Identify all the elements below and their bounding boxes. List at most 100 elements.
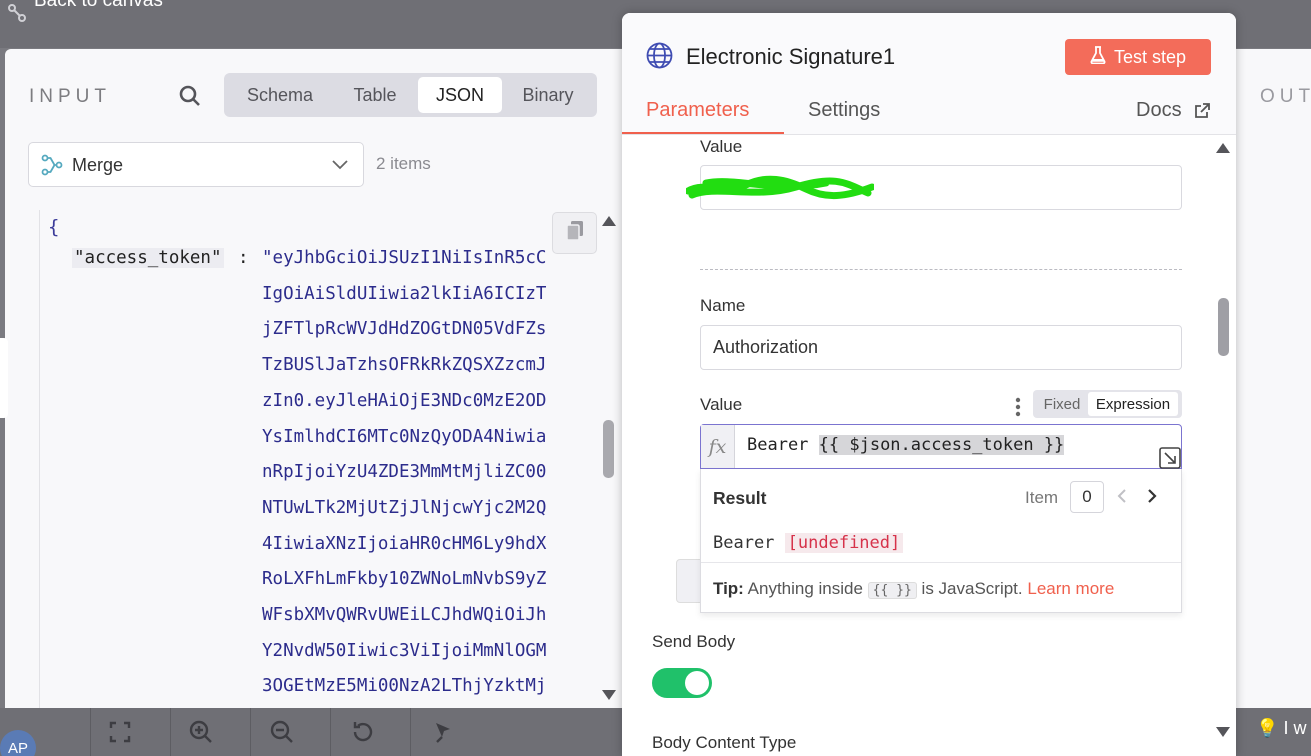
parameters-scroll-thumb[interactable] — [1218, 298, 1229, 356]
mode-fixed[interactable]: Fixed — [1037, 392, 1087, 416]
copy-icon — [565, 220, 585, 247]
body-content-type-label: Body Content Type — [652, 733, 797, 752]
json-key[interactable]: "access_token" — [72, 248, 224, 268]
panel-drag-handle[interactable] — [0, 338, 8, 418]
chevron-right-icon[interactable] — [1145, 485, 1159, 507]
flask-icon — [1090, 45, 1106, 69]
back-icon[interactable] — [6, 2, 28, 24]
mode-expression[interactable]: Expression — [1088, 392, 1178, 416]
json-colon: : — [238, 248, 249, 268]
learn-more-link[interactable]: Learn more — [1027, 579, 1114, 598]
tab-binary[interactable]: Binary — [504, 77, 592, 113]
field-divider — [700, 269, 1182, 270]
expand-editor-icon[interactable] — [1159, 447, 1181, 469]
parameters-scrollbar[interactable] — [1216, 145, 1230, 745]
docs-link[interactable]: Docs — [1136, 99, 1182, 122]
tip-code: {{ }} — [867, 582, 917, 599]
lightbulb-icon: 💡 — [1256, 718, 1279, 738]
node-panel-header: Electronic Signature1 Test step Paramete… — [622, 13, 1236, 135]
items-count: 2 items — [376, 154, 431, 173]
tip-text-2: is JavaScript. — [916, 579, 1028, 598]
expression-result-popover: Result Item 0 Bearer [undefined] Tip: An… — [700, 469, 1182, 613]
scroll-down-arrow[interactable] — [1216, 727, 1230, 737]
json-value-line[interactable]: Y2NvdW50Iiwic3ViIjoiMmNlOGM — [262, 641, 597, 661]
fixed-expression-toggle: Fixed Expression — [1033, 390, 1182, 418]
back-to-canvas-link[interactable]: Back to canvas — [34, 0, 163, 12]
tab-json[interactable]: JSON — [418, 77, 502, 113]
toolbar-divider — [90, 708, 91, 756]
tab-settings[interactable]: Settings — [808, 99, 880, 122]
more-options-icon[interactable] — [1015, 396, 1021, 418]
add-parameter-button[interactable] — [676, 559, 702, 603]
input-node-select[interactable]: Merge — [28, 142, 364, 187]
json-scroll-thumb[interactable] — [603, 420, 614, 478]
scroll-down-arrow[interactable] — [602, 690, 616, 700]
send-body-toggle[interactable] — [652, 668, 712, 698]
scroll-up-arrow[interactable] — [1216, 143, 1230, 153]
expression-prefix: Bearer — [747, 435, 819, 455]
item-index-input[interactable]: 0 — [1070, 481, 1104, 513]
header-name-input[interactable]: Authorization — [700, 325, 1182, 370]
json-value-line[interactable]: NTUwLTk2MjUtZjJlNjcwYjc2M2Q — [262, 498, 597, 518]
zoom-in-icon[interactable] — [181, 712, 221, 752]
toolbar-divider — [410, 708, 411, 756]
test-step-button[interactable]: Test step — [1065, 39, 1211, 75]
expression-tip: Tip: Anything inside {{ }} is JavaScript… — [713, 579, 1114, 599]
json-value-line[interactable]: jZFTlpRcWVJdHdZOGtDN05VdFZs — [262, 319, 597, 339]
output-panel — [1236, 49, 1311, 708]
toolbar-divider — [170, 708, 171, 756]
tab-schema[interactable]: Schema — [228, 77, 332, 113]
header-name-label: Name — [700, 296, 746, 315]
json-value-line[interactable]: "eyJhbGciOiJSUzI1NiIsInR5cC — [262, 248, 597, 268]
json-value-line[interactable]: TzBUSlJaTzhsOFRkRkZQSXZzcmJ — [262, 355, 597, 375]
expression-text[interactable]: Bearer {{ $json.access_token }} — [747, 435, 1065, 455]
tip-label: Tip: — [713, 579, 744, 598]
tip-text: Anything inside — [743, 579, 868, 598]
tidy-up-icon[interactable] — [423, 712, 463, 752]
scroll-up-arrow[interactable] — [602, 216, 616, 226]
json-indent-guide — [39, 210, 40, 708]
tip-divider — [701, 562, 1181, 563]
json-value-line[interactable]: 3OGEtMzE5Mi00NzA2LThjYzktMj — [262, 676, 597, 696]
chevron-left-icon[interactable] — [1115, 485, 1129, 507]
tab-table[interactable]: Table — [334, 77, 416, 113]
toolbar-divider — [250, 708, 251, 756]
display-mode-tabs: Schema Table JSON Binary — [224, 73, 597, 117]
json-value-line[interactable]: WFsbXMvQWRvUWEiLCJhdWQiOiJh — [262, 605, 597, 625]
json-value-line[interactable]: RoLXFhLmFkby10ZWNoLmNvbS9yZ — [262, 569, 597, 589]
send-body-label: Send Body — [652, 632, 736, 651]
fit-view-icon[interactable] — [100, 712, 140, 752]
toolbar-divider — [330, 708, 331, 756]
json-value-line[interactable]: 4IiwiaXNzIjoiaHR0cHM6Ly9hdX — [262, 534, 597, 554]
header-value-label-2: Value — [700, 395, 743, 414]
test-step-label: Test step — [1113, 46, 1187, 67]
hint-text: I w — [1283, 718, 1307, 738]
result-value: Bearer [undefined] — [713, 533, 904, 553]
chevron-down-icon — [331, 155, 349, 173]
json-value-line[interactable]: zIn0.eyJleHAiOjE3NDc0MzE2OD — [262, 391, 597, 411]
expression-editor[interactable]: fx Bearer {{ $json.access_token }} — [700, 424, 1182, 469]
input-panel-title: INPUT — [29, 86, 111, 107]
tab-parameters[interactable]: Parameters — [646, 99, 749, 122]
expression-token: {{ $json.access_token }} — [818, 435, 1065, 455]
json-value-line[interactable]: IgOiAiSldUIiwia2lkIiA6ICIzT — [262, 284, 597, 304]
json-value-line[interactable]: YsImlhdCI6MTc0NzQyODA4Niwia — [262, 427, 597, 447]
copy-button[interactable] — [552, 212, 597, 254]
globe-icon — [646, 42, 673, 69]
fx-icon: fx — [701, 425, 735, 468]
merge-icon — [41, 154, 63, 176]
external-link-icon[interactable] — [1194, 103, 1210, 119]
json-value-line[interactable]: nRpIjoiYzU4ZDE3MmMtMjliZC00 — [262, 462, 597, 482]
json-open-brace: { — [48, 216, 60, 238]
header-value-label: Value — [700, 137, 743, 156]
header-name-value: Authorization — [713, 337, 819, 357]
zoom-out-icon[interactable] — [262, 712, 302, 752]
result-prefix: Bearer — [713, 533, 785, 553]
result-label: Result — [713, 488, 767, 508]
input-node-name: Merge — [72, 155, 124, 175]
search-icon[interactable] — [178, 84, 202, 108]
node-title[interactable]: Electronic Signature1 — [686, 44, 895, 70]
output-panel-title: OUT — [1260, 86, 1311, 107]
toggle-knob — [685, 671, 709, 695]
reset-zoom-icon[interactable] — [343, 712, 383, 752]
